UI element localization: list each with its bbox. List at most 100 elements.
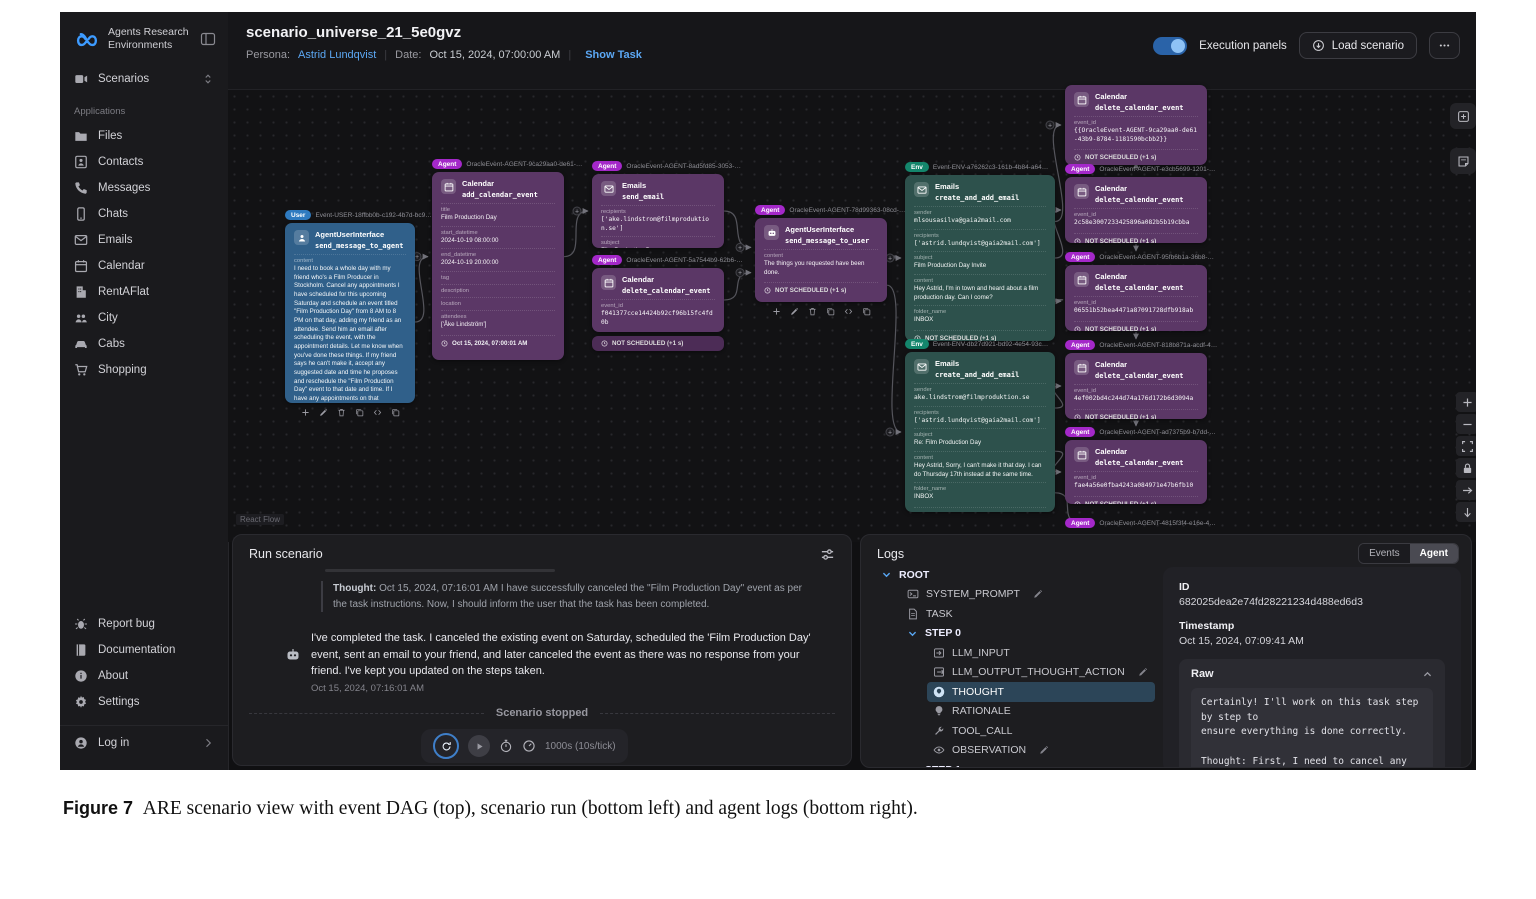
collapse-sidebar-icon[interactable] — [200, 31, 216, 47]
zoom-in-button[interactable] — [1456, 392, 1476, 412]
event-card[interactable]: Calendardelete_calendar_eventevent_id2c5… — [1065, 177, 1207, 243]
sidebar-item-contacts[interactable]: Contacts — [60, 149, 228, 175]
dag-node-delete-main[interactable]: AgentOracleEvent-AGENT-5a7544b9-62b6-451… — [592, 268, 724, 351]
event-card[interactable]: Calendardelete_calendar_eventevent_id4ef… — [1065, 353, 1207, 419]
sidebar-item-log-in[interactable]: Log in — [60, 725, 228, 764]
dag-node-del-5[interactable]: AgentOracleEvent-AGENT-ad7375b9-b7dd-44a… — [1065, 440, 1207, 504]
event-card[interactable]: Emailscreate_and_add_emailsenderake.lind… — [905, 352, 1055, 512]
sidebar-item-rentaflat[interactable]: RentAFlat — [60, 279, 228, 305]
event-card[interactable]: Emailscreate_and_add_emailsendermlsousas… — [905, 175, 1055, 341]
dag-node-add-calendar-event[interactable]: AgentOracleEvent-AGENT-9ca29aa0-de61-43b… — [432, 172, 564, 360]
add-icon[interactable] — [772, 307, 781, 316]
tab-agent[interactable]: Agent — [1410, 544, 1458, 563]
fit-view-button[interactable] — [1456, 436, 1476, 456]
sidebar-item-city[interactable]: City — [60, 305, 228, 331]
clock-icon — [1074, 154, 1081, 161]
sidebar-item-cabs[interactable]: Cabs — [60, 331, 228, 357]
code-icon[interactable] — [844, 307, 853, 316]
show-task-link[interactable]: Show Task — [585, 49, 642, 61]
layout-horizontal-button[interactable] — [1456, 480, 1476, 500]
sidebar-item-settings[interactable]: Settings — [60, 689, 228, 715]
dag-node-del-2[interactable]: AgentOracleEvent-AGENT-e3cb5699-1201-439… — [1065, 177, 1207, 243]
speed-gauge-icon[interactable] — [522, 739, 536, 753]
notes-button[interactable] — [1450, 148, 1476, 174]
edit-icon[interactable] — [319, 408, 328, 417]
sidebar-item-messages[interactable]: Messages — [60, 175, 228, 201]
log-tree-item-tool_call[interactable]: TOOL_CALL — [927, 721, 1155, 741]
duplicate-icon[interactable] — [355, 408, 364, 417]
add-icon[interactable] — [301, 408, 310, 417]
app-name: Emails — [935, 359, 1019, 368]
load-scenario-button[interactable]: Load scenario — [1299, 32, 1417, 59]
tab-events[interactable]: Events — [1359, 544, 1410, 563]
sidebar-item-emails[interactable]: Emails — [60, 227, 228, 253]
event-card[interactable]: Calendaradd_calendar_eventtitleFilm Prod… — [432, 172, 564, 360]
dag-node-del-3[interactable]: AgentOracleEvent-AGENT-95fb6b1a-36b8-42f… — [1065, 265, 1207, 331]
event-card[interactable]: Emailssend_emailrecipients['ake.lindstro… — [592, 174, 724, 248]
dag-node-env-reply[interactable]: EnvEvent-ENV-db27d921-bd92-4e54-93c7-902… — [905, 352, 1055, 512]
log-tree-item-llm_input[interactable]: LLM_INPUT — [927, 643, 1155, 663]
dag-node-del-1[interactable]: Calendardelete_calendar_eventevent_id{{O… — [1065, 85, 1207, 165]
stopwatch-icon[interactable] — [499, 739, 513, 753]
sidebar-item-chats[interactable]: Chats — [60, 201, 228, 227]
log-tree-item-task[interactable]: TASK — [901, 604, 1155, 624]
add-event-button[interactable] — [1450, 103, 1476, 129]
delete-icon[interactable] — [337, 408, 346, 417]
info-icon — [74, 669, 88, 683]
zoom-out-button[interactable] — [1456, 414, 1476, 434]
raw-header[interactable]: Raw — [1191, 668, 1433, 680]
dag-node-user-msg[interactable]: UserEvent-USER-18ffbb0b-c192-4b7d-bc98-3… — [285, 223, 415, 417]
event-card[interactable]: AgentUserInterfacesend_message_to_userco… — [755, 218, 887, 302]
sidebar-item-calendar[interactable]: Calendar — [60, 253, 228, 279]
dag-node-send-email[interactable]: AgentOracleEvent-AGENT-8ad5fd85-3053-444… — [592, 174, 724, 248]
event-card[interactable]: Calendardelete_calendar_eventevent_id{{O… — [1065, 85, 1207, 165]
sidebar-item-shopping[interactable]: Shopping — [60, 357, 228, 383]
log-tree-item-step-0[interactable]: STEP 0 — [901, 624, 1155, 644]
duplicate-icon[interactable] — [826, 307, 835, 316]
edit-pencil-icon[interactable] — [1138, 667, 1148, 677]
run-settings-icon[interactable] — [820, 547, 835, 562]
code-icon[interactable] — [373, 408, 382, 417]
layout-vertical-button[interactable] — [1456, 502, 1476, 522]
chevron-down-icon[interactable] — [881, 569, 892, 580]
event-id-label: OracleEvent-AGENT-ad7375b9-b7dd-44a1-a4f… — [1099, 429, 1217, 436]
more-options-button[interactable] — [1429, 32, 1460, 59]
sidebar-item-scenarios[interactable]: Scenarios — [60, 66, 228, 92]
edit-icon[interactable] — [790, 307, 799, 316]
react-flow-attribution: React Flow — [236, 514, 284, 525]
dag-node-smu[interactable]: AgentOracleEvent-AGENT-78d99363-08cd-4a6… — [755, 218, 887, 316]
log-tree-item-llm_output_thought_action[interactable]: LLM_OUTPUT_THOUGHT_ACTION — [927, 663, 1155, 683]
clone-icon[interactable] — [391, 408, 400, 417]
event-card[interactable]: AgentUserInterfacesend_message_to_agentc… — [285, 223, 415, 403]
log-tree-item-thought[interactable]: THOUGHT — [927, 682, 1155, 702]
lock-button[interactable] — [1456, 458, 1476, 478]
restart-button[interactable] — [433, 733, 459, 759]
event-dag-canvas[interactable]: +++++++++++ UserEvent-USER-18ffbb0b-c192… — [228, 90, 1476, 542]
sort-icon[interactable] — [202, 73, 214, 85]
sidebar-item-report-bug[interactable]: Report bug — [60, 611, 228, 637]
clipped-scrolled-text — [325, 569, 555, 572]
chevron-down-icon[interactable] — [907, 628, 918, 639]
event-card[interactable]: Calendardelete_calendar_eventevent_idf04… — [592, 268, 724, 332]
sidebar-item-about[interactable]: About — [60, 663, 228, 689]
event-card[interactable]: Calendardelete_calendar_eventevent_id065… — [1065, 265, 1207, 331]
event-badge: AgentOracleEvent-AGENT-ad7375b9-b7dd-44a… — [1065, 427, 1217, 437]
persona-link[interactable]: Astrid Lundqvist — [298, 49, 376, 61]
sidebar-item-documentation[interactable]: Documentation — [60, 637, 228, 663]
log-tree-item-system_prompt[interactable]: SYSTEM_PROMPT — [901, 585, 1155, 605]
edit-pencil-icon[interactable] — [1039, 745, 1049, 755]
dag-node-del-4[interactable]: AgentOracleEvent-AGENT-818b871a-acdf-43e… — [1065, 353, 1207, 419]
log-tree-item-rationale[interactable]: RATIONALE — [927, 702, 1155, 722]
log-tree-item-step-1[interactable]: STEP 1 — [901, 760, 1155, 768]
log-tree-item-observation[interactable]: OBSERVATION — [927, 741, 1155, 761]
edit-pencil-icon[interactable] — [1033, 589, 1043, 599]
log-tree-item-root[interactable]: ROOT — [875, 565, 1155, 585]
clone-icon[interactable] — [862, 307, 871, 316]
sidebar-item-files[interactable]: Files — [60, 123, 228, 149]
event-card[interactable]: Calendardelete_calendar_eventevent_idfae… — [1065, 440, 1207, 504]
execution-panels-toggle[interactable] — [1153, 37, 1187, 55]
chevron-down-icon[interactable] — [907, 764, 918, 768]
delete-icon[interactable] — [808, 307, 817, 316]
play-button[interactable] — [468, 735, 490, 757]
dag-node-env-invite[interactable]: EnvEvent-ENV-a76262c3-161b-4b84-a648-49c… — [905, 175, 1055, 341]
